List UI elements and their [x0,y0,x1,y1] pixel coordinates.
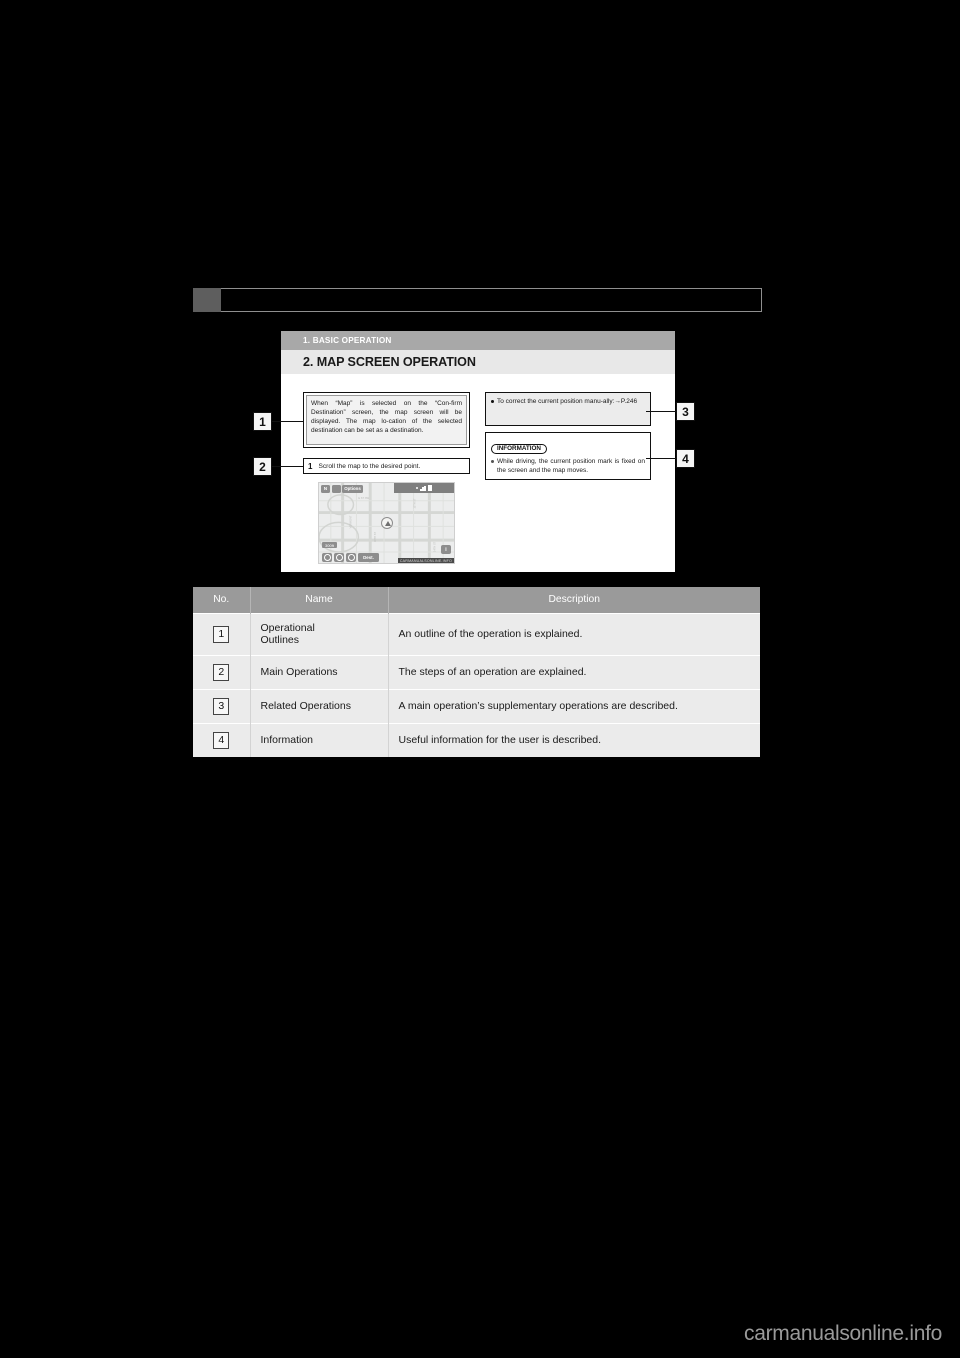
legend-cell-name: Related Operations [250,688,389,723]
legend-header-description: Description [388,587,760,613]
map-screen-thumbnail: E ST NW 18TH ST 15TH ST 14TH ST VERMONT … [318,482,455,564]
legend-number-badge-2: 2 [213,663,230,681]
callout-leader-3 [646,411,677,413]
legend-cell-description: A main operation’s supplementary operati… [388,688,760,723]
legend-table: No. Name Description 1 Operational Outli… [193,587,760,757]
operational-outline-inner: When “Map” is selected on the “Con-firm … [306,395,467,445]
map-compass-icon[interactable]: N [321,484,330,493]
legend-cell-name: Main Operations [250,654,389,689]
bullet-dot-icon [491,460,494,463]
table-row: 4 Information Useful information for the… [193,722,760,757]
map-top-left-controls: N Options [321,484,363,493]
callout-leader-1 [272,421,304,423]
chapter-title-strip [221,288,762,312]
svg-text:E ST NW: E ST NW [358,496,369,500]
figure-section-label-bar: 1. BASIC OPERATION [281,331,675,350]
legend-cell-no: 2 [193,654,251,689]
table-row: 2 Main Operations The steps of an operat… [193,654,760,689]
callout-marker-3: 3 [676,402,695,421]
svg-text:18TH ST: 18TH ST [373,531,377,542]
map-compass-label: N [323,486,328,491]
legend-name-line-1: Operational [260,622,315,634]
legend-name-line-2: Outlines [260,634,300,646]
operational-outline-text: When “Map” is selected on the “Con-firm … [311,400,462,435]
svg-text:15TH ST: 15TH ST [413,498,417,509]
bullet-dot-icon [491,400,494,403]
callout-marker-1: 1 [253,412,272,431]
legend-header-no: No. [193,587,251,613]
legend-cell-name: Information [250,722,389,757]
related-operations-text: To correct the current position manu-all… [497,398,638,405]
page-watermark: carmanualsonline.info [744,1322,942,1345]
table-row: 1 Operational Outlines An outline of the… [193,612,760,655]
bluetooth-icon [416,487,419,489]
figure-section-title-bar: 2. MAP SCREEN OPERATION [281,350,675,374]
main-operation-step-number: 1 [308,461,313,471]
map-status-bar [394,483,454,493]
map-north-up-icon[interactable] [331,484,341,493]
legend-number-badge-3: 3 [213,697,230,715]
callout-leader-2 [272,466,304,468]
legend-cell-no: 3 [193,688,251,723]
legend-cell-no: 1 [193,612,251,655]
information-text: While driving, the current position mark… [497,458,645,474]
map-footer-watermark: CARMANUALSONLINE.INFO [397,558,454,563]
chapter-bar [193,288,762,312]
map-zoom-scale-label: 300ft [322,542,337,548]
callout-marker-2: 2 [253,457,272,476]
svg-text:VERMONT: VERMONT [349,515,353,528]
chapter-tab [193,288,221,312]
legend-number-badge-4: 4 [213,731,230,749]
map-zoom-in-icon[interactable] [334,552,344,562]
map-zoom-out-icon[interactable] [322,552,332,562]
related-operations-box: To correct the current position manu-all… [485,392,651,426]
map-home-icon[interactable] [346,552,356,562]
svg-text:14TH ST: 14TH ST [432,541,436,552]
table-row: 3 Related Operations A main operation’s … [193,688,760,723]
legend-header-name: Name [250,587,389,613]
legend-cell-no: 4 [193,722,251,757]
related-operations-bullet-row: To correct the current position manu-all… [491,397,645,406]
legend-cell-description: Useful information for the user is descr… [388,722,760,757]
signal-strength-icon [420,485,426,491]
legend-header-row: No. Name Description [193,587,760,613]
map-help-icon[interactable]: i [441,545,451,554]
information-bullet-row: While driving, the current position mark… [491,457,645,475]
callout-leader-4 [646,458,677,460]
legend-cell-description: The steps of an operation are explained. [388,654,760,689]
figure-section-label: 1. BASIC OPERATION [303,336,392,345]
main-operation-box: 1 Scroll the map to the desired point. [303,458,470,474]
figure-section-title: 2. MAP SCREEN OPERATION [303,355,476,369]
operational-outline-box: When “Map” is selected on the “Con-firm … [303,392,470,448]
manual-page: 1. BASIC OPERATION 2. MAP SCREEN OPERATI… [0,0,960,1358]
legend-cell-description: An outline of the operation is explained… [388,612,760,655]
figure-panel: 1. BASIC OPERATION 2. MAP SCREEN OPERATI… [281,331,675,572]
map-options-button[interactable]: Options [342,484,363,493]
figure-body: When “Map” is selected on the “Con-firm … [281,374,675,572]
legend-number-badge-1: 1 [213,625,230,643]
map-destination-button[interactable]: Dest. [358,552,379,562]
information-box: INFORMATION While driving, the current p… [485,432,651,480]
battery-icon [427,485,432,491]
map-top-bar: N Options [319,483,454,494]
callout-marker-4: 4 [676,449,695,468]
current-position-marker-icon [381,517,393,529]
legend-cell-name: Operational Outlines [250,612,389,655]
information-heading: INFORMATION [491,444,547,454]
main-operation-step-text: Scroll the map to the desired point. [318,462,421,470]
